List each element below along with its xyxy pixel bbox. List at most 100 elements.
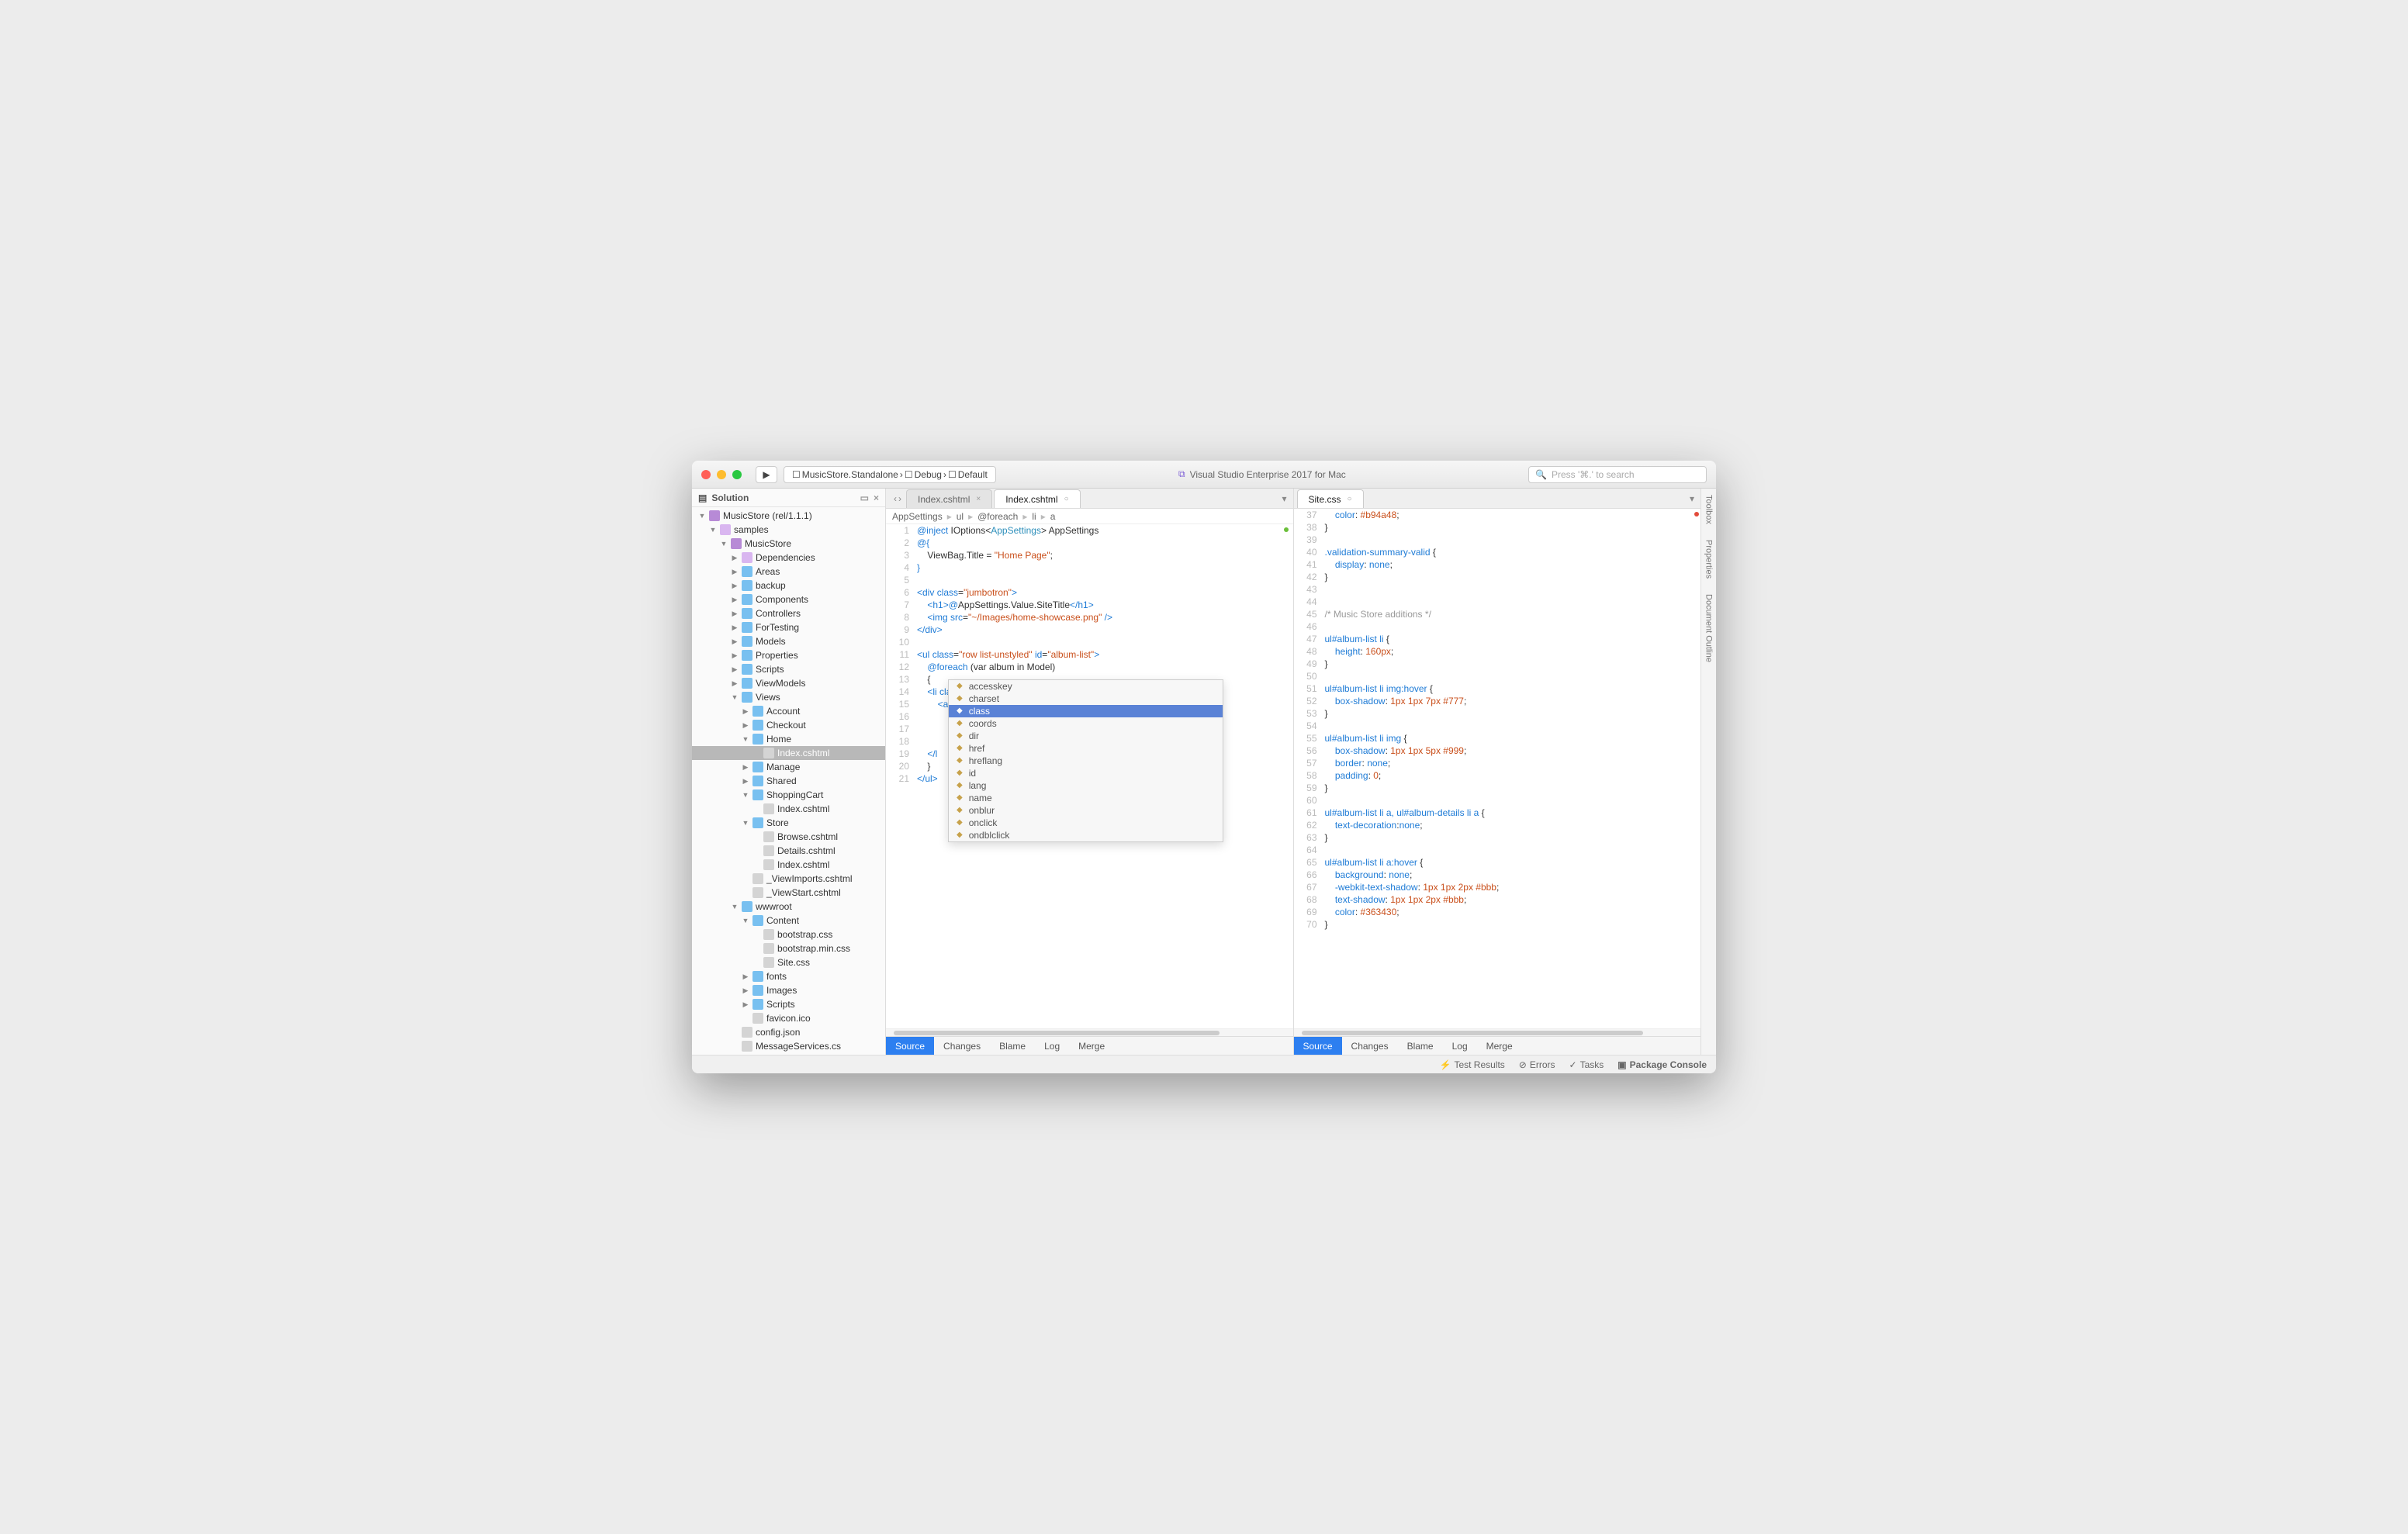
horizontal-scrollbar[interactable] [1294,1028,1701,1036]
tree-item[interactable]: ▶Components [692,593,885,606]
tree-item[interactable]: Index.cshtml [692,858,885,872]
editor-tab[interactable]: Index.cshtml× [906,489,992,508]
mode-tab-blame[interactable]: Blame [990,1037,1035,1055]
code-editor-right[interactable]: 37 color: #b94a48; 38} 39 40.validation-… [1294,509,1701,1028]
autocomplete-item[interactable]: ◆href [949,742,1223,755]
tree-item[interactable]: ▶Dependencies [692,551,885,565]
tree-item[interactable]: ▼MusicStore [692,537,885,551]
autocomplete-item[interactable]: ◆accesskey [949,680,1223,693]
autocomplete-item[interactable]: ◆ondblclick [949,829,1223,841]
tree-item[interactable]: ▶Areas [692,565,885,579]
tree-item[interactable]: _ViewImports.cshtml [692,872,885,886]
autocomplete-popup[interactable]: ◆accesskey◆charset◆class◆coords◆dir◆href… [948,679,1223,842]
autocomplete-item[interactable]: ◆dir [949,730,1223,742]
tree-item[interactable]: bootstrap.min.css [692,941,885,955]
tree-item[interactable]: config.json [692,1025,885,1039]
tree-item[interactable]: MessageServices.cs [692,1039,885,1053]
tree-item[interactable]: Index.cshtml [692,802,885,816]
app-title: ⧉ Visual Studio Enterprise 2017 for Mac [1002,468,1522,480]
tree-item[interactable]: ▶Properties [692,648,885,662]
code-editor-left[interactable]: 1@inject IOptions<AppSettings> AppSettin… [886,524,1293,1028]
window-controls [701,470,742,479]
tree-item[interactable]: Details.cshtml [692,844,885,858]
minimize-icon[interactable] [717,470,726,479]
errors-button[interactable]: ⊘Errors [1519,1059,1555,1070]
tree-item[interactable]: Browse.cshtml [692,830,885,844]
mode-tab-source[interactable]: Source [886,1037,934,1055]
autocomplete-item[interactable]: ◆name [949,792,1223,804]
autocomplete-item[interactable]: ◆coords [949,717,1223,730]
rail-document-outline[interactable]: Document Outline [1704,594,1714,662]
mode-tab-merge[interactable]: Merge [1477,1037,1522,1055]
nav-fwd-icon[interactable]: › [898,493,901,504]
breadcrumb[interactable]: AppSettings ▸ ul ▸ @foreach ▸ li ▸ a [886,509,1293,524]
mode-tab-source[interactable]: Source [1294,1037,1342,1055]
editor-tab[interactable]: Site.css○ [1297,489,1364,508]
close-icon[interactable] [701,470,711,479]
pad-close-icon[interactable]: × [874,492,879,503]
tree-item[interactable]: ▶Shared [692,774,885,788]
global-search[interactable]: 🔍 Press '⌘.' to search [1528,466,1707,483]
tree-item[interactable]: ▼samples [692,523,885,537]
autocomplete-item[interactable]: ◆onblur [949,804,1223,817]
close-tab-icon[interactable]: × [976,495,981,503]
tree-item[interactable]: ▶Account [692,704,885,718]
tree-item[interactable]: ▶Images [692,983,885,997]
tree-item[interactable]: ▶Checkout [692,718,885,732]
rail-properties[interactable]: Properties [1704,540,1714,579]
tab-overflow-icon[interactable]: ▾ [1683,493,1700,504]
tree-item[interactable]: ▶backup [692,579,885,593]
tree-item[interactable]: ▶Scripts [692,662,885,676]
mode-tab-log[interactable]: Log [1443,1037,1477,1055]
tree-item[interactable]: ▼Store [692,816,885,830]
test-results-button[interactable]: ⚡Test Results [1439,1059,1504,1070]
mode-tab-blame[interactable]: Blame [1398,1037,1443,1055]
tree-item[interactable]: ▶Models [692,634,885,648]
mode-tab-changes[interactable]: Changes [934,1037,990,1055]
pad-settings-icon[interactable]: ▭ [860,492,869,503]
solution-icon: ▤ [698,492,707,503]
tree-item[interactable]: _ViewStart.cshtml [692,886,885,900]
tree-item[interactable]: Site.css [692,955,885,969]
tree-item[interactable]: Index.cshtml [692,746,885,760]
tree-item[interactable]: ▶ForTesting [692,620,885,634]
mode-tab-log[interactable]: Log [1035,1037,1069,1055]
nav-back-icon[interactable]: ‹ [894,493,897,504]
autocomplete-item[interactable]: ◆onclick [949,817,1223,829]
tree-item[interactable]: ▼Content [692,914,885,928]
tree-item[interactable]: ▶Controllers [692,606,885,620]
tree-item[interactable]: ▶fonts [692,969,885,983]
run-button[interactable]: ▶ [756,466,777,483]
tree-item[interactable]: ▶Scripts [692,997,885,1011]
autocomplete-item[interactable]: ◆class [949,705,1223,717]
tree-item[interactable]: ▼ShoppingCart [692,788,885,802]
tree-item[interactable]: ▼Views [692,690,885,704]
editor-tab[interactable]: Index.cshtml○ [994,489,1080,508]
search-icon: 🔍 [1535,469,1547,480]
tasks-button[interactable]: ✓Tasks [1569,1059,1604,1070]
rail-toolbox[interactable]: Toolbox [1704,495,1714,524]
mode-tab-changes[interactable]: Changes [1342,1037,1398,1055]
tree-item[interactable]: bootstrap.css [692,928,885,941]
tree-item[interactable]: favicon.ico [692,1011,885,1025]
close-tab-icon[interactable]: ○ [1064,495,1069,503]
tab-overflow-icon[interactable]: ▾ [1275,493,1292,504]
zoom-icon[interactable] [732,470,742,479]
run-target-selector[interactable]: ☐MusicStore.Standalone ›☐Debug ›☐Default [784,466,996,483]
tree-item[interactable]: ▼Home [692,732,885,746]
autocomplete-item[interactable]: ◆charset [949,693,1223,705]
tree-item[interactable]: ▼wwwroot [692,900,885,914]
autocomplete-item[interactable]: ◆id [949,767,1223,779]
solution-tree[interactable]: ▼MusicStore (rel/1.1.1)▼samples▼MusicSto… [692,507,885,1055]
tree-item[interactable]: ▶Manage [692,760,885,774]
horizontal-scrollbar[interactable] [886,1028,1293,1036]
tree-item[interactable]: ▶ViewModels [692,676,885,690]
package-console-button[interactable]: ▣Package Console [1617,1059,1707,1070]
close-tab-icon[interactable]: ○ [1348,495,1352,503]
editor-mode-tabs-right: SourceChangesBlameLogMerge [1294,1036,1701,1055]
mode-tab-merge[interactable]: Merge [1069,1037,1114,1055]
tree-item[interactable]: ▼MusicStore (rel/1.1.1) [692,509,885,523]
autocomplete-item[interactable]: ◆lang [949,779,1223,792]
tool-rail: Toolbox Properties Document Outline [1700,489,1716,1055]
autocomplete-item[interactable]: ◆hreflang [949,755,1223,767]
